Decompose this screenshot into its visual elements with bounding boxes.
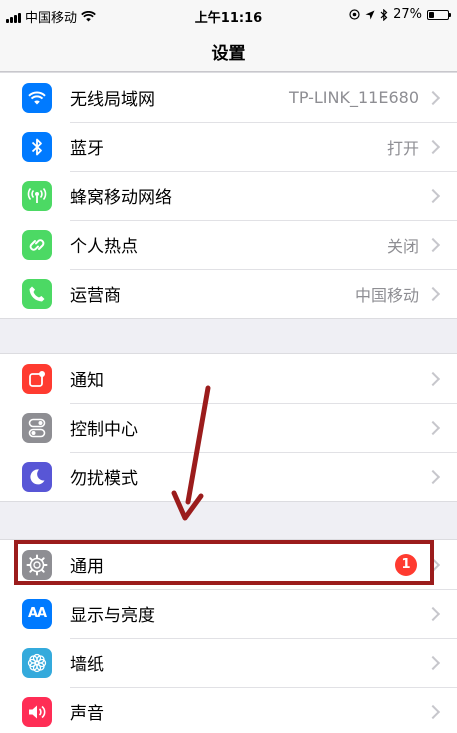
settings-row-value: 中国移动 bbox=[354, 285, 419, 305]
settings-row-label: 通知 bbox=[70, 371, 104, 391]
chevron-right-icon bbox=[425, 704, 441, 719]
settings-row-value: 打开 bbox=[386, 138, 419, 158]
chevron-right-icon bbox=[425, 655, 441, 670]
bluetooth-icon bbox=[22, 131, 52, 162]
display-icon-text: AA bbox=[27, 606, 47, 621]
gear-icon bbox=[22, 549, 52, 580]
battery-percent: 27% bbox=[393, 7, 422, 22]
sound-icon bbox=[22, 696, 52, 727]
settings-row-label: 无线局域网 bbox=[70, 90, 155, 110]
settings-row-bluetooth[interactable]: 蓝牙 打开 bbox=[0, 122, 457, 171]
status-right: 27% bbox=[349, 7, 451, 22]
settings-screen: 中国移动 上午11:16 27% 设置 无线局域网 TP-LINK_11E680… bbox=[0, 0, 457, 733]
settings-row-label: 运营商 bbox=[70, 286, 121, 306]
settings-row-value: 关闭 bbox=[386, 236, 419, 256]
settings-row-hotspot[interactable]: 个人热点 关闭 bbox=[0, 220, 457, 269]
settings-row-wifi[interactable]: 无线局域网 TP-LINK_11E680 bbox=[0, 73, 457, 122]
settings-row-wallpaper[interactable]: 墙纸 bbox=[0, 638, 457, 687]
navigation-arrow-icon bbox=[365, 10, 375, 19]
settings-row-carrier[interactable]: 运营商 中国移动 bbox=[0, 269, 457, 318]
settings-row-label: 通用 bbox=[70, 557, 104, 577]
chevron-right-icon bbox=[425, 469, 441, 484]
moon-icon bbox=[22, 461, 52, 492]
chevron-right-icon bbox=[425, 90, 441, 105]
chevron-right-icon bbox=[425, 371, 441, 386]
display-icon: AA bbox=[22, 598, 52, 629]
chevron-right-icon bbox=[425, 188, 441, 203]
battery-fill bbox=[429, 11, 434, 18]
settings-row-do-not-disturb[interactable]: 勿扰模式 bbox=[0, 452, 457, 501]
settings-row-general[interactable]: 通用 1 bbox=[0, 540, 457, 589]
chevron-right-icon bbox=[425, 420, 441, 435]
settings-row-label: 控制中心 bbox=[70, 420, 138, 440]
settings-row-value: TP-LINK_11E680 bbox=[289, 88, 419, 107]
chevron-right-icon bbox=[425, 139, 441, 154]
status-bar: 中国移动 上午11:16 27% bbox=[0, 0, 457, 30]
settings-row-display[interactable]: AA 显示与亮度 bbox=[0, 589, 457, 638]
location-icon bbox=[349, 9, 360, 20]
navigation-bar: 设置 bbox=[0, 30, 457, 72]
settings-row-cellular[interactable]: 蜂窝移动网络 bbox=[0, 171, 457, 220]
update-badge: 1 bbox=[395, 553, 417, 576]
phone-icon bbox=[22, 278, 52, 309]
battery-icon bbox=[427, 9, 451, 20]
settings-row-control-center[interactable]: 控制中心 bbox=[0, 403, 457, 452]
settings-row-label: 蜂窝移动网络 bbox=[70, 188, 172, 208]
chevron-right-icon bbox=[425, 606, 441, 621]
settings-group-notifications: 通知 控制中心 勿扰模式 bbox=[0, 353, 457, 502]
chevron-right-icon bbox=[425, 237, 441, 252]
hotspot-icon bbox=[22, 229, 52, 260]
bluetooth-icon bbox=[380, 8, 388, 21]
cellular-icon bbox=[22, 180, 52, 211]
chevron-right-icon bbox=[425, 557, 441, 572]
settings-row-label: 墙纸 bbox=[70, 655, 104, 675]
settings-group-general: 通用 1 AA 显示与亮度 墙纸 声音 bbox=[0, 539, 457, 733]
settings-row-label: 个人热点 bbox=[70, 237, 138, 257]
chevron-right-icon bbox=[425, 286, 441, 301]
control-center-icon bbox=[22, 412, 52, 443]
settings-row-sounds[interactable]: 声音 bbox=[0, 687, 457, 733]
settings-row-label: 勿扰模式 bbox=[70, 469, 138, 489]
settings-row-label: 声音 bbox=[70, 704, 104, 724]
page-title: 设置 bbox=[211, 44, 246, 64]
notification-icon bbox=[22, 363, 52, 394]
settings-row-label: 蓝牙 bbox=[70, 139, 104, 159]
wallpaper-icon bbox=[22, 647, 52, 678]
settings-row-label: 显示与亮度 bbox=[70, 606, 155, 626]
wifi-icon bbox=[22, 82, 52, 113]
settings-group-connectivity: 无线局域网 TP-LINK_11E680 蓝牙 打开 蜂窝移动网络 个人热点 关… bbox=[0, 72, 457, 319]
settings-row-notifications[interactable]: 通知 bbox=[0, 354, 457, 403]
